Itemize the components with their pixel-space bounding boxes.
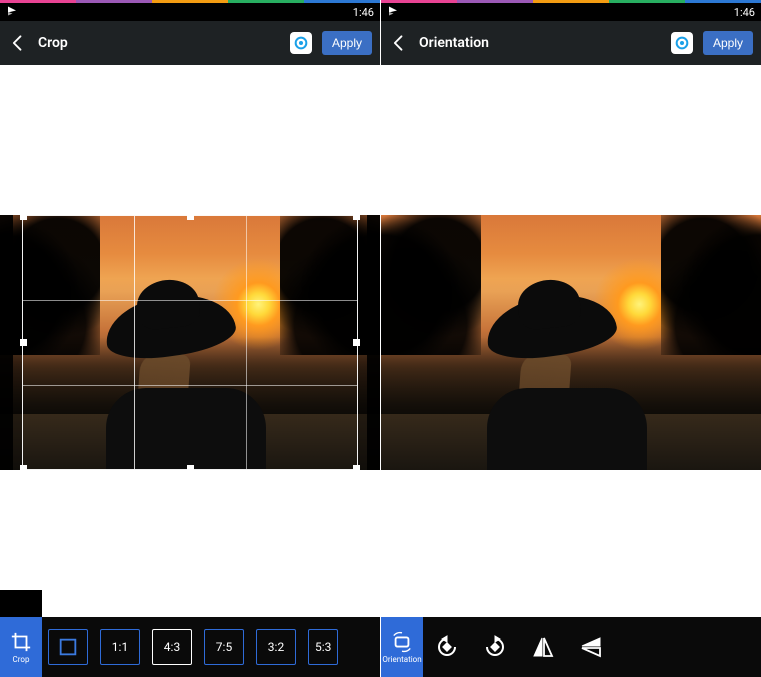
mode-orientation-tab[interactable]: Orientation — [381, 617, 423, 677]
header: Crop Apply — [0, 21, 380, 65]
ratio-5-3[interactable]: 5:3 — [308, 629, 338, 665]
crop-handle-mr[interactable] — [353, 339, 360, 346]
crop-mask-right — [367, 215, 380, 470]
ratio-4-3[interactable]: 4:3 — [152, 629, 192, 665]
crop-mask-left — [0, 215, 13, 470]
editor-canvas[interactable] — [381, 65, 761, 617]
rotate-left-icon — [435, 635, 459, 659]
app-logo-icon — [6, 5, 18, 20]
ratio-7-5[interactable]: 7:5 — [204, 629, 244, 665]
crop-handle-tm[interactable] — [187, 215, 194, 220]
app-logo-icon — [387, 5, 399, 20]
ratio-3-2[interactable]: 3:2 — [256, 629, 296, 665]
rotate-left-button[interactable] — [429, 629, 465, 665]
ratio-1-1[interactable]: 1:1 — [100, 629, 140, 665]
header: Orientation Apply — [381, 21, 761, 65]
flip-vertical-button[interactable] — [573, 629, 609, 665]
page-title: Orientation — [419, 35, 661, 51]
crop-handle-tl[interactable] — [20, 215, 27, 220]
photo — [0, 215, 380, 470]
crop-icon — [10, 631, 32, 653]
crop-handle-br[interactable] — [353, 465, 360, 470]
rotate-right-icon — [483, 635, 507, 659]
pane-orientation: 1:46 Orientation Apply — [381, 0, 761, 677]
status-bar: 1:46 — [381, 3, 761, 21]
orientation-options — [423, 617, 761, 677]
flip-horizontal-icon — [531, 635, 555, 659]
crop-frame[interactable] — [22, 215, 358, 470]
back-button[interactable] — [8, 33, 28, 53]
mode-label: Orientation — [382, 655, 421, 664]
orientation-icon — [391, 631, 413, 653]
crop-handle-ml[interactable] — [20, 339, 27, 346]
status-bar: 1:46 — [0, 3, 380, 21]
mode-label: Crop — [13, 655, 30, 664]
pane-crop: 1:46 Crop Apply — [0, 0, 380, 677]
status-time: 1:46 — [353, 6, 374, 19]
photo — [381, 215, 761, 470]
apply-button[interactable]: Apply — [322, 31, 372, 55]
bottom-toolbar: Crop 1:1 4:3 7:5 3:2 5:3 — [0, 617, 380, 677]
ratio-free[interactable] — [48, 629, 88, 665]
crop-handle-bl[interactable] — [20, 465, 27, 470]
compare-original-button[interactable] — [290, 32, 312, 54]
editor-canvas[interactable] — [0, 65, 380, 617]
ratio-options: 1:1 4:3 7:5 3:2 5:3 — [42, 617, 380, 677]
bottom-toolbar: Orientation — [381, 617, 761, 677]
crop-handle-bm[interactable] — [187, 465, 194, 470]
flip-horizontal-button[interactable] — [525, 629, 561, 665]
flip-vertical-icon — [579, 635, 603, 659]
back-button[interactable] — [389, 33, 409, 53]
compare-original-button[interactable] — [671, 32, 693, 54]
apply-button[interactable]: Apply — [703, 31, 753, 55]
page-title: Crop — [38, 35, 280, 51]
rotate-right-button[interactable] — [477, 629, 513, 665]
free-crop-icon — [57, 636, 79, 658]
mode-crop-tab[interactable]: Crop — [0, 617, 42, 677]
crop-handle-tr[interactable] — [353, 215, 360, 220]
status-time: 1:46 — [734, 6, 755, 19]
